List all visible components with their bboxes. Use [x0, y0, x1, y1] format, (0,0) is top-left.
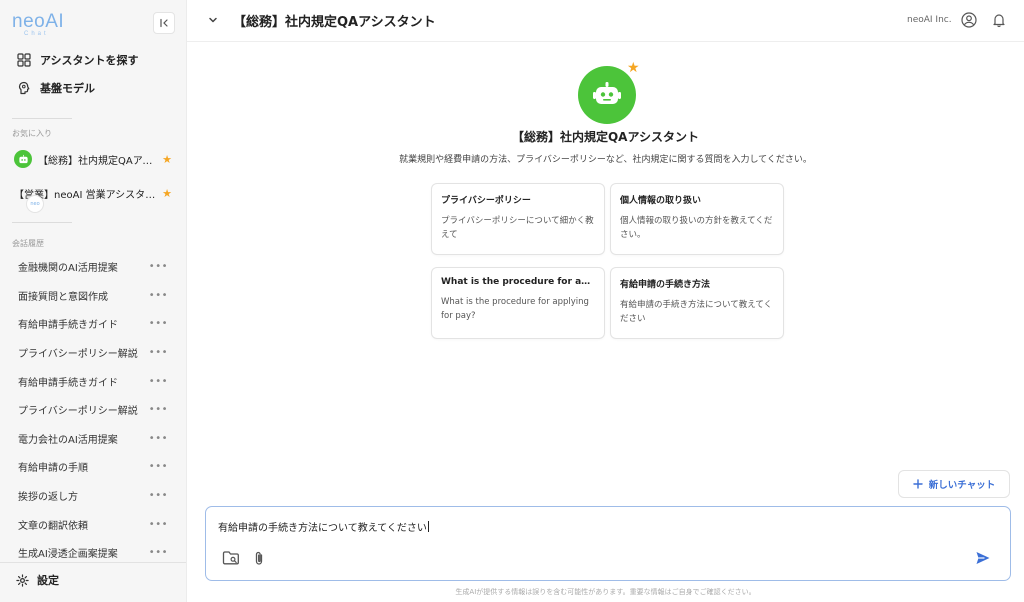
- grid-icon: [16, 52, 32, 68]
- more-icon[interactable]: •••: [149, 461, 168, 472]
- favorite-star-icon[interactable]: ★: [627, 60, 640, 76]
- history-item[interactable]: 電力会社のAI活用提案 •••: [18, 429, 168, 447]
- sidebar-divider: [0, 562, 186, 563]
- logo-subtext: Chat: [24, 31, 49, 37]
- logo-text: neoAI: [12, 11, 65, 32]
- settings-button[interactable]: 設定: [16, 572, 59, 588]
- user-account-icon[interactable]: [961, 12, 977, 28]
- suggestion-card-title: What is the procedure for applying for p…: [441, 277, 595, 287]
- chevron-down-icon[interactable]: [207, 14, 219, 26]
- suggestion-card[interactable]: What is the procedure for applying for p…: [431, 267, 605, 339]
- nav-base-models[interactable]: 基盤モデル: [16, 80, 95, 96]
- plus-icon: [913, 479, 923, 489]
- history-item[interactable]: プライバシーポリシー解説 •••: [18, 400, 168, 418]
- history-item-label: 面接質問と意図作成: [18, 291, 108, 303]
- collapse-icon: [160, 18, 168, 28]
- history-item[interactable]: 有給申請の手順 •••: [18, 457, 168, 475]
- top-header: 【総務】社内規定QAアシスタント neoAI Inc.: [187, 0, 1024, 42]
- history-item-label: 生成AI浸透企画案提案: [18, 548, 118, 560]
- more-icon[interactable]: •••: [149, 547, 168, 558]
- nav-base-models-label: 基盤モデル: [40, 82, 95, 95]
- star-icon[interactable]: ★: [162, 187, 172, 200]
- more-icon[interactable]: •••: [149, 404, 168, 415]
- history-item[interactable]: プライバシーポリシー解説 •••: [18, 343, 168, 361]
- more-icon[interactable]: •••: [149, 490, 168, 501]
- suggestion-card-body: プライバシーポリシーについて細かく教えて: [441, 216, 594, 240]
- history-item-label: プライバシーポリシー解説: [18, 348, 138, 360]
- history-item-label: 文章の翻訳依頼: [18, 520, 88, 532]
- history-item-label: 金融機関のAI活用提案: [18, 262, 118, 274]
- organization-name: neoAI Inc.: [907, 15, 952, 25]
- history-item[interactable]: 挨拶の返し方 •••: [18, 486, 168, 504]
- suggestion-card[interactable]: プライバシーポリシー プライバシーポリシーについて細かく教えて: [431, 183, 605, 255]
- more-icon[interactable]: •••: [149, 290, 168, 301]
- suggestion-card-body: 有給申請の手続き方法について教えてください: [620, 300, 773, 324]
- history-item[interactable]: 有給申請手続きガイド •••: [18, 314, 168, 332]
- history-item[interactable]: 生成AI浸透企画案提案 •••: [18, 543, 168, 561]
- sidebar-divider: [12, 222, 72, 223]
- more-icon[interactable]: •••: [149, 433, 168, 444]
- favorite-item[interactable]: neo 【営業】neoAI 営業アシスタント ★: [14, 183, 172, 213]
- settings-label: 設定: [37, 574, 59, 587]
- robot-icon: [14, 150, 32, 168]
- chat-input-box[interactable]: 有給申請の手続き方法について教えてください: [205, 506, 1011, 581]
- sidebar-divider: [12, 118, 72, 119]
- suggestion-card-title: 有給申請の手続き方法: [620, 280, 711, 290]
- chat-input-value: 有給申請の手続き方法について教えてください: [218, 523, 427, 534]
- chat-input-field[interactable]: 有給申請の手続き方法について教えてください: [218, 519, 429, 534]
- nav-find-assistant[interactable]: アシスタントを探す: [16, 52, 139, 68]
- paperclip-icon[interactable]: [253, 550, 265, 566]
- suggestion-card-body: 個人情報の取り扱いの方針を教えてください。: [620, 216, 773, 240]
- history-item-label: 有給申請手続きガイド: [18, 319, 118, 331]
- more-icon[interactable]: •••: [149, 261, 168, 272]
- history-label: 会話履歴: [12, 239, 44, 248]
- history-item-label: 有給申請の手順: [18, 462, 88, 474]
- suggestion-card[interactable]: 有給申請の手続き方法 有給申請の手続き方法について教えてください: [610, 267, 784, 339]
- history-item-label: プライバシーポリシー解説: [18, 405, 138, 417]
- suggestion-card-title: 個人情報の取り扱い: [620, 196, 702, 206]
- neoai-logo-icon: neo: [26, 195, 44, 213]
- history-item[interactable]: 有給申請手続きガイド •••: [18, 372, 168, 390]
- history-item-label: 有給申請手続きガイド: [18, 377, 118, 389]
- new-chat-label: 新しいチャット: [928, 480, 996, 491]
- more-icon[interactable]: •••: [149, 347, 168, 358]
- assistant-title: 【総務】社内規定QAアシスタント: [511, 130, 699, 144]
- more-icon[interactable]: •••: [149, 519, 168, 530]
- history-item-label: 電力会社のAI活用提案: [18, 434, 118, 446]
- history-item[interactable]: 金融機関のAI活用提案 •••: [18, 257, 168, 275]
- assistant-description: 就業規則や経費申請の方法、プライバシーポリシーなど、社内規定に関する質問を入力し…: [399, 155, 812, 165]
- history-item[interactable]: 文章の翻訳依頼 •••: [18, 515, 168, 533]
- favorites-label: お気に入り: [12, 129, 52, 138]
- more-icon[interactable]: •••: [149, 376, 168, 387]
- folder-icon[interactable]: [222, 550, 240, 566]
- nav-find-assistant-label: アシスタントを探す: [40, 54, 139, 67]
- brain-icon: [16, 80, 32, 96]
- history-item[interactable]: 面接質問と意図作成 •••: [18, 286, 168, 304]
- favorite-item-label: 【総務】社内規定QAアシスタント: [38, 155, 156, 167]
- robot-icon: [593, 82, 621, 104]
- disclaimer-text: 生成AIが提供する情報は誤りを含む可能性があります。重要な情報はご自身でご確認く…: [455, 588, 756, 596]
- new-chat-button[interactable]: 新しいチャット: [898, 470, 1010, 498]
- neoai-logo[interactable]: neoAI Chat: [12, 12, 64, 38]
- gear-icon: [16, 573, 29, 587]
- suggestion-card[interactable]: 個人情報の取り扱い 個人情報の取り扱いの方針を教えてください。: [610, 183, 784, 255]
- favorite-item[interactable]: 【総務】社内規定QAアシスタント ★: [14, 149, 172, 169]
- suggestion-card-body: What is the procedure for applying for p…: [441, 297, 589, 321]
- more-icon[interactable]: •••: [149, 318, 168, 329]
- page-title[interactable]: 【総務】社内規定QAアシスタント: [233, 11, 436, 30]
- sidebar: neoAI Chat アシスタントを探す 基盤モデル お気に入り 【総務】社内規…: [0, 0, 187, 602]
- collapse-sidebar-button[interactable]: [153, 12, 175, 34]
- suggestion-card-title: プライバシーポリシー: [441, 196, 531, 206]
- send-icon[interactable]: [975, 550, 991, 566]
- history-item-label: 挨拶の返し方: [18, 491, 78, 503]
- bell-icon[interactable]: [991, 12, 1007, 28]
- text-caret: [427, 521, 429, 532]
- star-icon[interactable]: ★: [162, 153, 172, 166]
